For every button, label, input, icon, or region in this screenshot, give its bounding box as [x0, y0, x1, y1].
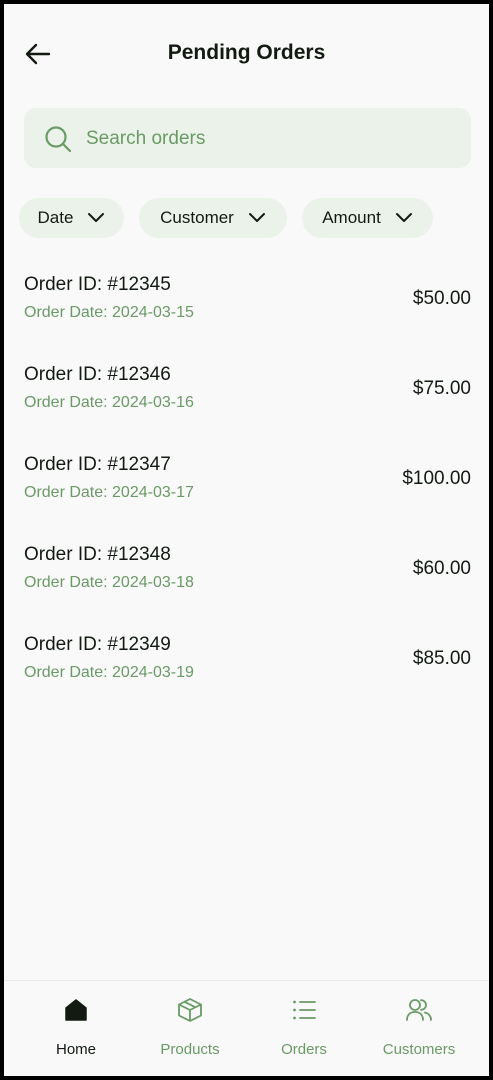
- nav-label-customers: Customers: [382, 1041, 456, 1058]
- order-date: Order Date: 2024-03-15: [24, 304, 194, 321]
- order-amount: $75.00: [412, 378, 471, 399]
- filter-date-label: Date: [37, 208, 74, 227]
- filter-date[interactable]: Date: [19, 198, 124, 238]
- nav-label-products: Products: [160, 1041, 220, 1058]
- users-icon: [406, 999, 432, 1021]
- filter-amount-label: Amount: [322, 208, 381, 227]
- order-id: Order ID: #12349: [24, 634, 171, 655]
- nav-item-orders[interactable]: Orders: [244, 981, 364, 1076]
- filter-customer-label: Customer: [160, 208, 234, 227]
- nav-item-home[interactable]: Home: [16, 981, 136, 1076]
- chevron-down-icon: [88, 213, 105, 222]
- search-bar[interactable]: [24, 108, 471, 170]
- filter-amount[interactable]: Amount: [302, 198, 433, 238]
- order-row[interactable]: Order ID: #12349 Order Date: 2024-03-19 …: [4, 634, 489, 714]
- order-date: Order Date: 2024-03-17: [24, 484, 194, 501]
- nav-item-products[interactable]: Products: [130, 981, 250, 1076]
- search-icon: [45, 126, 72, 153]
- order-date: Order Date: 2024-03-19: [24, 664, 194, 681]
- order-row[interactable]: Order ID: #12346 Order Date: 2024-03-16 …: [4, 364, 489, 444]
- order-row[interactable]: Order ID: #12347 Order Date: 2024-03-17 …: [4, 454, 489, 534]
- chevron-down-icon: [395, 213, 412, 222]
- order-row[interactable]: Order ID: #12345 Order Date: 2024-03-15 …: [4, 274, 489, 354]
- phone-screen: Pending Orders Date Customer Amount Orde…: [4, 4, 489, 1076]
- order-id: Order ID: #12345: [24, 274, 171, 295]
- order-amount: $60.00: [412, 558, 471, 579]
- bottom-navigation: Home Products Orders Customers: [4, 980, 489, 1076]
- order-id: Order ID: #12348: [24, 544, 171, 565]
- home-icon: [65, 999, 87, 1021]
- search-input[interactable]: [84, 108, 458, 170]
- page-title: Pending Orders: [167, 41, 326, 64]
- order-date: Order Date: 2024-03-18: [24, 574, 194, 591]
- package-icon: [178, 998, 202, 1022]
- chevron-down-icon: [248, 213, 265, 222]
- nav-label-home: Home: [55, 1041, 96, 1058]
- list-icon: [293, 1000, 316, 1020]
- order-id: Order ID: #12346: [24, 364, 171, 385]
- nav-label-orders: Orders: [281, 1041, 327, 1058]
- filter-customer[interactable]: Customer: [139, 198, 287, 238]
- app-header: Pending Orders: [4, 4, 489, 104]
- order-row[interactable]: Order ID: #12348 Order Date: 2024-03-18 …: [4, 544, 489, 624]
- order-amount: $100.00: [402, 468, 471, 489]
- order-amount: $85.00: [412, 648, 471, 669]
- order-date: Order Date: 2024-03-16: [24, 394, 194, 411]
- order-id: Order ID: #12347: [24, 454, 171, 475]
- order-amount: $50.00: [412, 288, 471, 309]
- nav-item-customers[interactable]: Customers: [359, 981, 479, 1076]
